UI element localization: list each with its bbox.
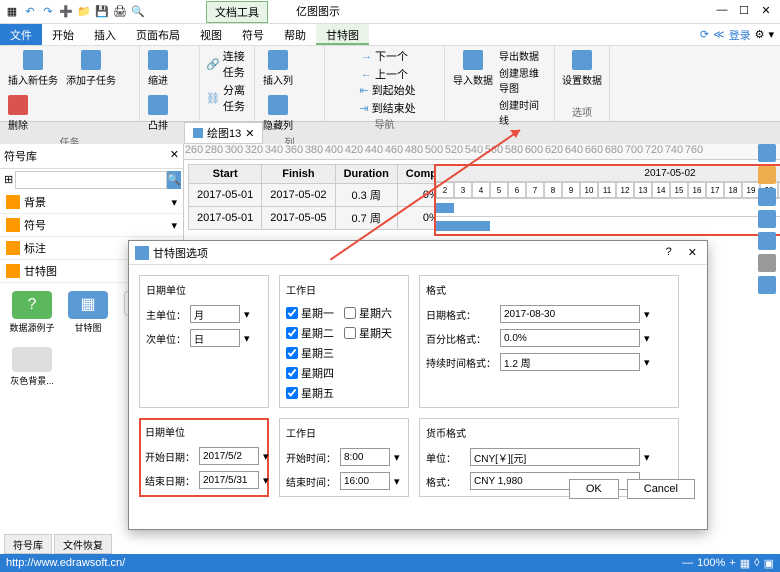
unlink-tasks-button[interactable]: ⛓分离任务 <box>206 82 248 114</box>
redo-icon[interactable]: ↷ <box>40 4 56 20</box>
tool-icon[interactable] <box>758 254 776 272</box>
view-icon[interactable]: ▦ <box>740 557 750 570</box>
sidebar-title: 符号库 <box>4 148 37 164</box>
sun-check[interactable] <box>344 327 356 339</box>
end-date-input[interactable] <box>199 471 259 489</box>
tool-icon[interactable] <box>758 166 776 184</box>
add-subtask-button[interactable]: 添加子任务 <box>64 48 118 89</box>
tool-icon[interactable] <box>758 232 776 250</box>
gantt-options-dialog: 甘特图选项 ? ✕ 日期单位 主单位：▾ 次单位：▾ 工作日 星期一 星期二 星… <box>128 240 708 530</box>
open-icon[interactable]: 📁 <box>76 4 92 20</box>
nav-prev-button[interactable]: ←上一个 <box>361 66 408 82</box>
outdent-button[interactable]: 凸排 <box>146 93 170 134</box>
tool-icon[interactable] <box>758 210 776 228</box>
insert-task-button[interactable]: 插入新任务 <box>6 48 60 89</box>
import-button[interactable]: 导入数据 <box>451 48 495 127</box>
help-icon[interactable]: ? <box>662 246 676 259</box>
new-icon[interactable]: ➕ <box>58 4 74 20</box>
search-input[interactable] <box>15 171 167 189</box>
ruler: 2602803003203403603804004204404604805005… <box>184 144 780 160</box>
settings-button[interactable]: 设置数据 <box>560 48 604 89</box>
currency-unit-select[interactable] <box>470 448 640 466</box>
print-icon[interactable]: 🖨 <box>112 4 128 20</box>
fri-check[interactable] <box>286 387 298 399</box>
view-icon[interactable]: ◊ <box>754 557 759 569</box>
dropdown-icon[interactable]: ▾ <box>768 28 774 41</box>
indent-button[interactable]: 缩进 <box>146 48 170 89</box>
refresh-icon[interactable]: ⟳ <box>700 28 709 41</box>
thumb-item[interactable]: ?数据源例子 <box>8 291 56 331</box>
dur-format-select[interactable] <box>500 353 640 371</box>
wed-check[interactable] <box>286 347 298 359</box>
menu-page[interactable]: 页面布局 <box>126 24 190 45</box>
date-format-select[interactable] <box>500 305 640 323</box>
start-date-input[interactable] <box>199 447 259 465</box>
expand-all-icon[interactable]: ⊞ <box>2 171 15 189</box>
sidebar-row[interactable]: 符号▾ <box>0 214 183 237</box>
bottom-tab[interactable]: 符号库 <box>4 534 52 554</box>
tab-close-icon[interactable]: ✕ <box>245 127 254 140</box>
gantt-timeline: 2017-05-02 23456789101112131415161718192… <box>434 164 780 236</box>
thumb-item[interactable]: 灰色背景... <box>8 347 56 387</box>
menu-insert[interactable]: 插入 <box>84 24 126 45</box>
sidebar-close-icon[interactable]: ✕ <box>170 148 179 164</box>
link-tasks-button[interactable]: 🔗连接任务 <box>206 48 248 80</box>
menu-icon[interactable]: ▦ <box>4 4 20 20</box>
close-icon[interactable]: ✕ <box>756 4 776 20</box>
right-toolbar <box>758 144 778 294</box>
thu-check[interactable] <box>286 367 298 379</box>
cancel-button[interactable]: Cancel <box>627 479 695 499</box>
menu-view[interactable]: 视图 <box>190 24 232 45</box>
end-time-input[interactable] <box>340 472 390 490</box>
tue-check[interactable] <box>286 327 298 339</box>
gear-icon[interactable]: ⚙ <box>755 28 765 41</box>
save-icon[interactable]: 💾 <box>94 4 110 20</box>
view-icon[interactable]: ▣ <box>764 557 774 570</box>
minor-unit-select[interactable] <box>190 329 240 347</box>
menu-file[interactable]: 文件 <box>0 24 42 45</box>
tool-icon[interactable] <box>758 276 776 294</box>
sat-check[interactable] <box>344 307 356 319</box>
mindmap-button[interactable]: 创建思维导图 <box>499 65 548 95</box>
document-tab[interactable]: 绘图13 ✕ <box>184 122 263 144</box>
status-url: http://www.edrawsoft.cn/ <box>6 557 682 569</box>
share-icon[interactable]: ≪ <box>713 28 725 41</box>
doc-tool-tab[interactable]: 文档工具 <box>206 1 268 23</box>
dialog-close-icon[interactable]: ✕ <box>684 246 701 259</box>
search-button[interactable]: 🔍 <box>167 171 181 189</box>
nav-end-button[interactable]: ⇥到结束处 <box>359 100 415 116</box>
minimize-icon[interactable]: — <box>712 4 732 20</box>
dialog-title: 甘特图选项 <box>153 245 208 261</box>
insert-col-button[interactable]: 插入列 <box>261 48 295 89</box>
tool-icon[interactable] <box>758 188 776 206</box>
menu-symbol[interactable]: 符号 <box>232 24 274 45</box>
export-button[interactable]: 导出数据 <box>499 48 548 63</box>
hide-col-button[interactable]: 隐藏列 <box>261 93 295 134</box>
menu-gantt[interactable]: 甘特图 <box>316 24 369 45</box>
gantt-grid: StartFinishDurationComplete 2017-05-0120… <box>188 164 465 230</box>
timeline-button[interactable]: 创建时间线 <box>499 97 548 127</box>
ok-button[interactable]: OK <box>569 479 619 499</box>
nav-start-button[interactable]: ⇤到起始处 <box>359 82 415 98</box>
sidebar-row[interactable]: 背景▾ <box>0 191 183 214</box>
delete-button[interactable]: 删除 <box>6 93 30 134</box>
preview-icon[interactable]: 🔍 <box>130 4 146 20</box>
nav-next-button[interactable]: →下一个 <box>361 48 408 64</box>
zoom-level: 100% <box>697 557 725 569</box>
start-time-input[interactable] <box>340 448 390 466</box>
menu-start[interactable]: 开始 <box>42 24 84 45</box>
maximize-icon[interactable]: ☐ <box>734 4 754 20</box>
statusbar: http://www.edrawsoft.cn/ —100%+ ▦ ◊ ▣ <box>0 554 780 572</box>
tool-icon[interactable] <box>758 144 776 162</box>
dialog-icon <box>135 246 149 260</box>
login-link[interactable]: 登录 <box>729 27 751 43</box>
bottom-tab[interactable]: 文件恢复 <box>54 534 112 554</box>
app-name: 亿图图示 <box>288 1 348 23</box>
menu-help[interactable]: 帮助 <box>274 24 316 45</box>
thumb-item[interactable]: ▦甘特图 <box>64 291 112 331</box>
mon-check[interactable] <box>286 307 298 319</box>
undo-icon[interactable]: ↶ <box>22 4 38 20</box>
pct-format-select[interactable] <box>500 329 640 347</box>
major-unit-select[interactable] <box>190 305 240 323</box>
